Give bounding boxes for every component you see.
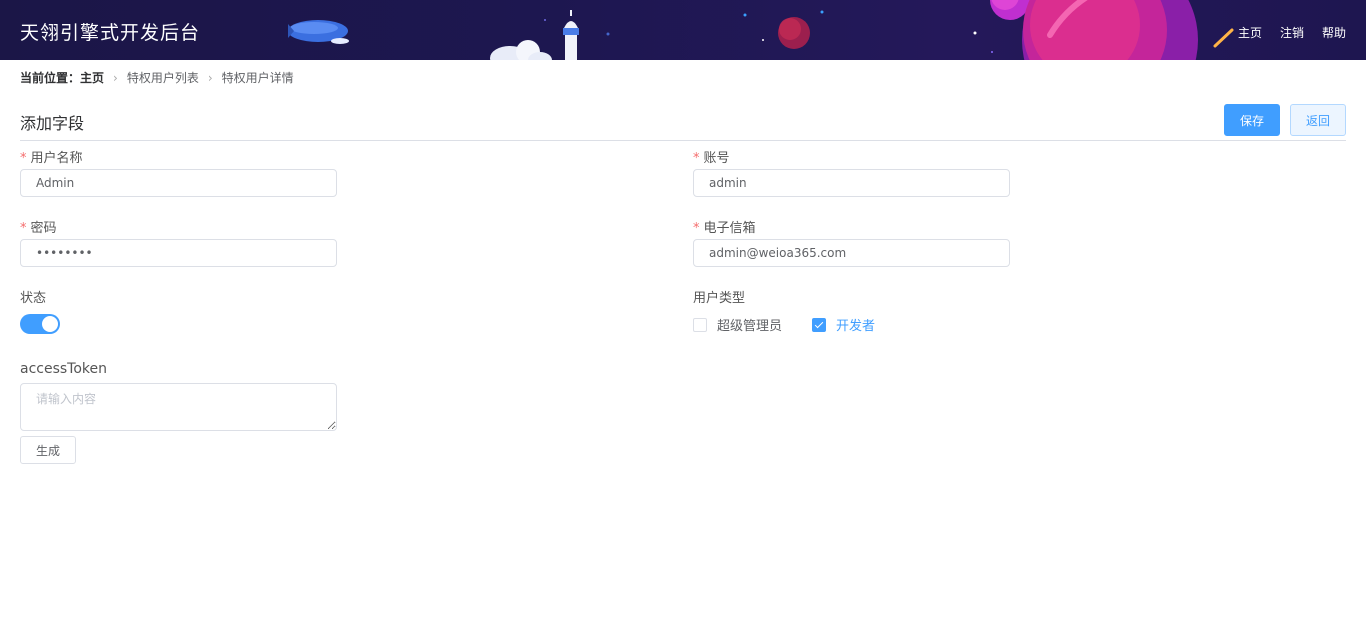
password-label: * 密码 <box>20 221 57 236</box>
required-mark: * <box>693 151 700 166</box>
required-mark: * <box>20 151 27 166</box>
breadcrumb: 当前位置： 主页 › 特权用户列表 › 特权用户详情 <box>20 69 294 86</box>
toggle-knob <box>42 316 58 332</box>
page-title: 添加字段 <box>20 114 85 133</box>
checkbox-icon[interactable] <box>693 317 707 332</box>
account-input[interactable] <box>693 169 1010 197</box>
chevron-right-icon: › <box>207 70 213 85</box>
breadcrumb-user-list-link[interactable]: 特权用户列表 <box>127 69 199 86</box>
email-input[interactable] <box>693 239 1010 267</box>
breadcrumb-current: 特权用户详情 <box>221 71 294 85</box>
password-input[interactable] <box>20 239 337 267</box>
checkbox-label: 开发者 <box>836 319 876 334</box>
brand-title: 天翎引擎式开发后台 <box>20 22 201 44</box>
access-token-textarea[interactable] <box>20 383 337 431</box>
status-toggle[interactable] <box>20 314 60 334</box>
top-header: 天翎引擎式开发后台 主页 注销 帮助 <box>0 0 1366 60</box>
divider <box>20 140 1346 141</box>
chevron-right-icon: › <box>113 70 118 85</box>
lighthouse-icon <box>490 10 579 60</box>
blimp-icon <box>288 20 349 44</box>
user-type-checkbox-group: 超级管理员 开发者 <box>693 315 905 334</box>
username-label: * 用户名称 <box>20 151 83 166</box>
checkbox-label: 超级管理员 <box>717 319 783 334</box>
nav-logout-link[interactable]: 注销 <box>1280 24 1304 41</box>
header-illustration <box>288 0 1234 60</box>
required-mark: * <box>693 221 700 236</box>
breadcrumb-prefix: 当前位置： <box>20 71 81 85</box>
account-label: * 账号 <box>693 151 730 166</box>
nav-help-link[interactable]: 帮助 <box>1322 24 1346 41</box>
checkbox-checked-icon[interactable] <box>812 317 827 332</box>
checkbox-developer[interactable]: 开发者 <box>812 315 875 334</box>
generate-button[interactable]: 生成 <box>20 436 76 464</box>
checkbox-super-admin[interactable]: 超级管理员 <box>693 315 782 334</box>
status-label: 状态 <box>20 291 47 306</box>
access-token-label: accessToken <box>20 361 108 377</box>
required-mark: * <box>20 221 27 236</box>
username-input[interactable] <box>20 169 337 197</box>
email-label: * 电子信箱 <box>693 221 756 236</box>
save-button[interactable]: 保存 <box>1224 104 1280 136</box>
nav-home-link[interactable]: 主页 <box>1238 24 1262 41</box>
breadcrumb-home-link[interactable]: 主页 <box>80 69 104 86</box>
back-button[interactable]: 返回 <box>1290 104 1346 136</box>
top-nav: 主页 注销 帮助 <box>1238 24 1346 41</box>
user-type-label: 用户类型 <box>693 291 746 306</box>
